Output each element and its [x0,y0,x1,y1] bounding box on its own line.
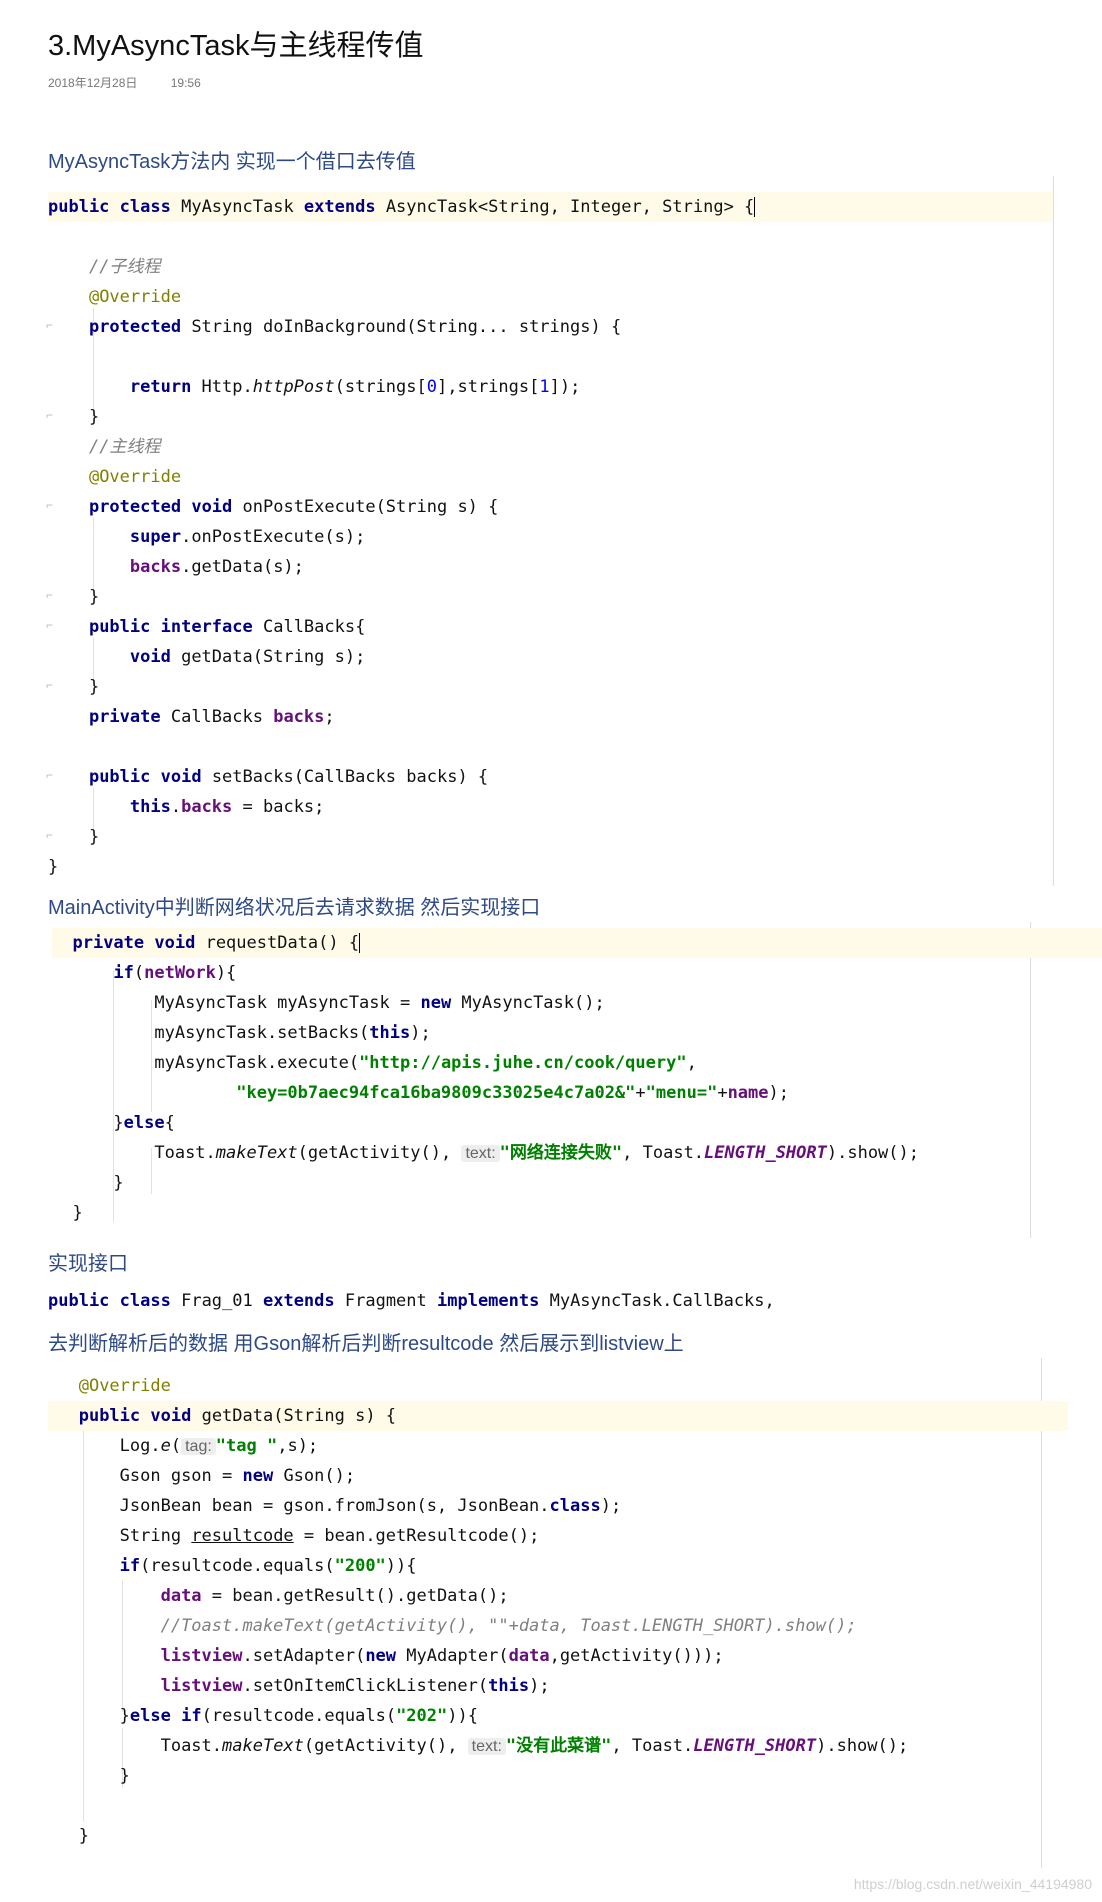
code-block-async-task: public class MyAsyncTask extends AsyncTa… [48,192,1053,882]
code-line: if(resultcode.equals("200")){ [119,1556,417,1576]
code-block-get-data: @Override public void getData(String s) … [48,1371,1068,1851]
param-hint: tag: [181,1438,216,1455]
code-line: data = bean.getResult().getData(); [160,1586,509,1606]
code-line: } [88,677,100,697]
code-line: backs.getData(s); [129,557,304,577]
code-line: JsonBean bean = gson.fromJson(s, JsonBea… [119,1496,622,1516]
code-line: } [88,827,100,847]
code-line: Log.e(tag: "tag ",s); [119,1436,319,1456]
param-hint: text: [461,1145,500,1162]
article-meta: 2018年12月28日 19:56 [48,74,201,91]
code-line: }else{ [113,1113,175,1133]
code-line: super.onPostExecute(s); [129,527,366,547]
text-cursor [359,933,361,953]
code-block-class-decl: public class Frag_01 extends Fragment im… [48,1286,775,1316]
section-heading-1: MyAsyncTask方法内 实现一个借口去传值 [48,151,416,173]
code-block-request-data: private void requestData() { if(netWork)… [52,928,1102,1228]
code-line: public void getData(String s) { [48,1401,1068,1431]
code-line: } [88,587,100,607]
text-cursor [754,197,756,217]
code-line: MyAsyncTask myAsyncTask = new MyAsyncTas… [154,993,605,1013]
code-line: public class MyAsyncTask extends AsyncTa… [48,192,1053,222]
code-line: Toast.makeText(getActivity(), text: "网络连接… [154,1143,919,1163]
code-line: listview.setOnItemClickListener(this); [160,1676,550,1696]
code-line: //子线程 [88,257,161,277]
section-heading-3: 实现接口 [48,1253,128,1275]
code-line: void getData(String s); [129,647,366,667]
code-line: } [88,407,100,427]
section-heading-4: 去判断解析后的数据 用Gson解析后判断resultcode 然后展示到list… [48,1333,684,1355]
code-line: public class Frag_01 extends Fragment im… [48,1291,775,1311]
code-line: //Toast.makeText(getActivity(), ""+data,… [160,1616,857,1636]
section-heading-2: MainActivity中判断网络状况后去请求数据 然后实现接口 [48,897,541,919]
code-line: @Override [78,1376,171,1396]
code-line: Gson gson = new Gson(); [119,1466,356,1486]
param-hint: text: [467,1738,506,1755]
code-line: String resultcode = bean.getResultcode()… [119,1526,540,1546]
post-time: 19:56 [170,76,201,90]
code-line: protected void onPostExecute(String s) { [88,497,499,517]
code-line: Toast.makeText(getActivity(), text: "没有此菜… [160,1736,909,1756]
code-line: //主线程 [88,437,161,457]
code-line: @Override [88,287,182,307]
code-line: return Http.httpPost(strings[0],strings[… [129,377,581,397]
code-line: public interface CallBacks{ [88,617,366,637]
code-line: private CallBacks backs; [88,707,335,727]
watermark: https://blog.csdn.net/weixin_44194980 [853,1876,1092,1892]
code-line: "key=0b7aec94fca16ba9809c33025e4c7a02&"+… [236,1083,789,1103]
article-title: 3.MyAsyncTask与主线程传值 [48,30,424,62]
code-line: if(netWork){ [113,963,237,983]
code-line: } [113,1173,124,1193]
code-line: public void setBacks(CallBacks backs) { [88,767,489,787]
code-line: this.backs = backs; [129,797,325,817]
code-line: @Override [88,467,182,487]
code-line: protected String doInBackground(String..… [88,317,622,337]
code-line: myAsyncTask.setBacks(this); [154,1023,431,1043]
code-line: myAsyncTask.execute("http://apis.juhe.cn… [154,1053,697,1073]
code-line: listview.setAdapter(new MyAdapter(data,g… [160,1646,724,1666]
code-line: private void requestData() { [52,928,1102,958]
code-line: } [72,1203,83,1223]
post-date: 2018年12月28日 [48,76,138,90]
code-line: } [78,1826,89,1846]
code-line: }else if(resultcode.equals("202")){ [119,1706,478,1726]
editor-right-edge [1053,176,1054,886]
code-line: } [48,857,59,877]
code-line: } [119,1766,130,1786]
